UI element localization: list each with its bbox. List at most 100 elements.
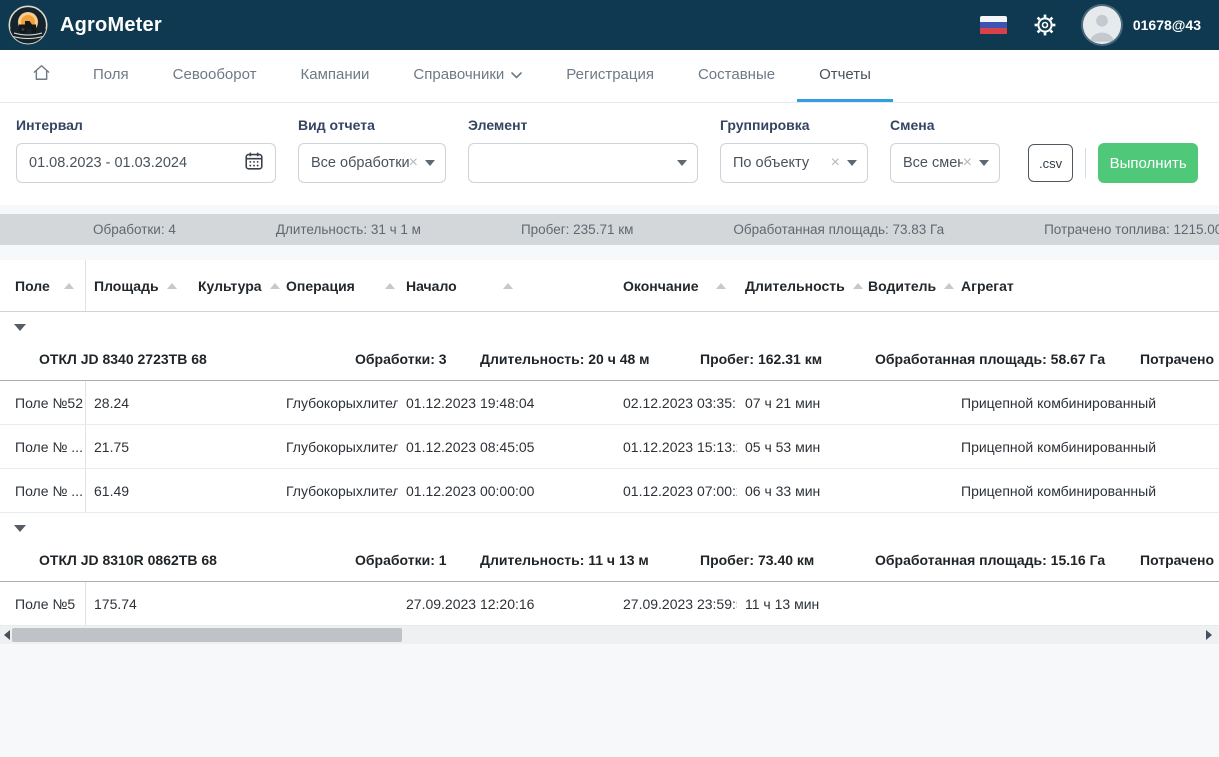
table-row: Поле № ... 21.75 Глубокорыхлитель 01.12.… bbox=[0, 425, 1219, 469]
report-type-value: Все обработки bbox=[311, 155, 409, 171]
nav-item-fields[interactable]: Поля bbox=[71, 50, 151, 102]
app-title: AgroMeter bbox=[60, 14, 162, 37]
cell-culture bbox=[190, 381, 278, 424]
shift-value: Все смены bbox=[903, 155, 963, 171]
sort-icon bbox=[385, 283, 395, 289]
column-header-field[interactable]: Поле bbox=[0, 260, 86, 311]
cell-area: 28.24 bbox=[86, 381, 190, 424]
report-type-select[interactable]: Все обработки × bbox=[298, 143, 446, 183]
nav-item-crop-rotation[interactable]: Севооборот bbox=[151, 50, 279, 102]
main-navigation: Поля Севооборот Кампании Справочники Рег… bbox=[0, 50, 1219, 103]
shift-label: Смена bbox=[890, 117, 1000, 133]
cell-operation: Глубокорыхлитель bbox=[278, 425, 398, 468]
column-header-culture[interactable]: Культура bbox=[190, 260, 278, 311]
export-csv-button[interactable]: .csv bbox=[1028, 144, 1073, 182]
nav-item-directories[interactable]: Справочники bbox=[391, 50, 544, 102]
summary-fuel: Потрачено топлива: 1215.00 л bbox=[994, 222, 1219, 237]
group-stat-mileage: Пробег: 73.40 км bbox=[700, 552, 814, 568]
cell-implement: Прицепной комбинированный bbox=[953, 469, 1219, 512]
summary-treatments: Обработки: 4 bbox=[93, 222, 226, 237]
sort-icon bbox=[503, 283, 513, 289]
column-header-operation[interactable]: Операция bbox=[278, 260, 398, 311]
report-table: Поле Площадь Культура Операция Начало Ок… bbox=[0, 260, 1219, 644]
grouping-select[interactable]: По объекту × bbox=[720, 143, 868, 183]
report-filters: Интервал 01.08.2023 - 01.03.2024 Вид отч… bbox=[0, 103, 1219, 205]
summary-duration: Длительность: 31 ч 1 м bbox=[226, 222, 471, 237]
group-stat-area: Обработанная площадь: 15.16 Га bbox=[875, 552, 1105, 568]
scroll-right-arrow-icon[interactable] bbox=[1206, 630, 1212, 640]
column-header-area[interactable]: Площадь bbox=[86, 260, 190, 311]
group-name: ОТКЛ JD 8310R 0862ТВ 68 bbox=[39, 552, 217, 568]
chevron-down-icon bbox=[511, 66, 522, 83]
group-stat-treatments: Обработки: 3 bbox=[355, 351, 447, 367]
nav-item-campaigns[interactable]: Кампании bbox=[279, 50, 392, 102]
cell-end: 02.12.2023 03:35:15 bbox=[615, 381, 737, 424]
cell-culture bbox=[190, 425, 278, 468]
table-row: Поле №5 175.74 27.09.2023 12:20:16 27.09… bbox=[0, 582, 1219, 626]
cell-implement bbox=[953, 582, 1219, 625]
interval-date-range-input[interactable]: 01.08.2023 - 01.03.2024 bbox=[16, 143, 276, 183]
nav-item-reports[interactable]: Отчеты bbox=[797, 50, 893, 102]
cell-start: 27.09.2023 12:20:16 bbox=[398, 582, 615, 625]
column-header-duration[interactable]: Длительность bbox=[737, 260, 860, 311]
cell-driver bbox=[860, 582, 953, 625]
clear-icon[interactable]: × bbox=[409, 155, 418, 171]
column-header-driver[interactable]: Водитель bbox=[860, 260, 953, 311]
summary-mileage: Пробег: 235.71 км bbox=[471, 222, 683, 237]
home-icon bbox=[32, 63, 51, 86]
cell-duration: 07 ч 21 мин bbox=[737, 381, 860, 424]
element-select[interactable] bbox=[468, 143, 698, 183]
cell-end: 27.09.2023 23:59:53 bbox=[615, 582, 737, 625]
cell-area: 61.49 bbox=[86, 469, 190, 512]
collapse-group-icon[interactable] bbox=[14, 525, 26, 532]
cell-duration: 11 ч 13 мин bbox=[737, 582, 860, 625]
run-report-button[interactable]: Выполнить bbox=[1098, 143, 1198, 183]
cell-operation: Глубокорыхлитель bbox=[278, 469, 398, 512]
shift-select[interactable]: Все смены × bbox=[890, 143, 1000, 183]
cell-operation: Глубокорыхлитель bbox=[278, 381, 398, 424]
table-row: Поле №52 28.24 Глубокорыхлитель 01.12.20… bbox=[0, 381, 1219, 425]
cell-implement: Прицепной комбинированный bbox=[953, 381, 1219, 424]
cell-implement: Прицепной комбинированный bbox=[953, 425, 1219, 468]
cell-driver bbox=[860, 381, 953, 424]
column-header-implement[interactable]: Агрегат bbox=[953, 260, 1219, 311]
clear-icon[interactable]: × bbox=[963, 155, 972, 171]
user-avatar[interactable] bbox=[1083, 6, 1121, 44]
nav-item-composite[interactable]: Составные bbox=[676, 50, 797, 102]
calendar-icon[interactable] bbox=[243, 150, 265, 176]
settings-gear-icon[interactable] bbox=[1033, 13, 1057, 37]
scrollbar-thumb[interactable] bbox=[12, 628, 402, 642]
nav-item-registration[interactable]: Регистрация bbox=[544, 50, 676, 102]
group-stat-duration: Длительность: 11 ч 13 м bbox=[480, 552, 649, 568]
cell-field: Поле № ... bbox=[0, 425, 86, 468]
cell-area: 21.75 bbox=[86, 425, 190, 468]
horizontal-scrollbar[interactable] bbox=[0, 626, 1219, 644]
group-stat-duration: Длительность: 20 ч 48 м bbox=[480, 351, 650, 367]
sort-icon bbox=[64, 283, 74, 289]
collapse-group-icon[interactable] bbox=[14, 324, 26, 331]
cell-driver bbox=[860, 469, 953, 512]
totals-summary-bar: Обработки: 4 Длительность: 31 ч 1 м Проб… bbox=[0, 214, 1219, 245]
app-logo bbox=[8, 5, 48, 45]
app-header: AgroMeter 01678@43 bbox=[0, 0, 1219, 50]
clear-icon[interactable]: × bbox=[831, 155, 840, 171]
cell-end: 01.12.2023 07:00:29 bbox=[615, 469, 737, 512]
column-header-end[interactable]: Окончание bbox=[615, 260, 737, 311]
group-stat-mileage: Пробег: 162.31 км bbox=[700, 351, 822, 367]
cell-culture bbox=[190, 469, 278, 512]
scroll-left-arrow-icon[interactable] bbox=[4, 630, 10, 640]
summary-area: Обработанная площадь: 73.83 Га bbox=[683, 222, 994, 237]
grouping-label: Группировка bbox=[720, 117, 868, 133]
nav-home[interactable] bbox=[12, 50, 71, 102]
group-stat-area: Обработанная площадь: 58.67 Га bbox=[875, 351, 1105, 367]
cell-area: 175.74 bbox=[86, 582, 190, 625]
group-row: ОТКЛ JD 8340 2723ТВ 68 Обработки: 3 Длит… bbox=[0, 312, 1219, 381]
group-row: ОТКЛ JD 8310R 0862ТВ 68 Обработки: 1 Дли… bbox=[0, 513, 1219, 582]
cell-end: 01.12.2023 15:13:29 bbox=[615, 425, 737, 468]
toolbar-divider bbox=[1085, 148, 1086, 178]
group-stat-fuel: Потрачено bbox=[1140, 552, 1214, 568]
language-flag-icon[interactable] bbox=[980, 16, 1007, 35]
cell-field: Поле №52 bbox=[0, 381, 86, 424]
column-header-start[interactable]: Начало bbox=[398, 260, 615, 311]
sort-icon bbox=[167, 283, 177, 289]
